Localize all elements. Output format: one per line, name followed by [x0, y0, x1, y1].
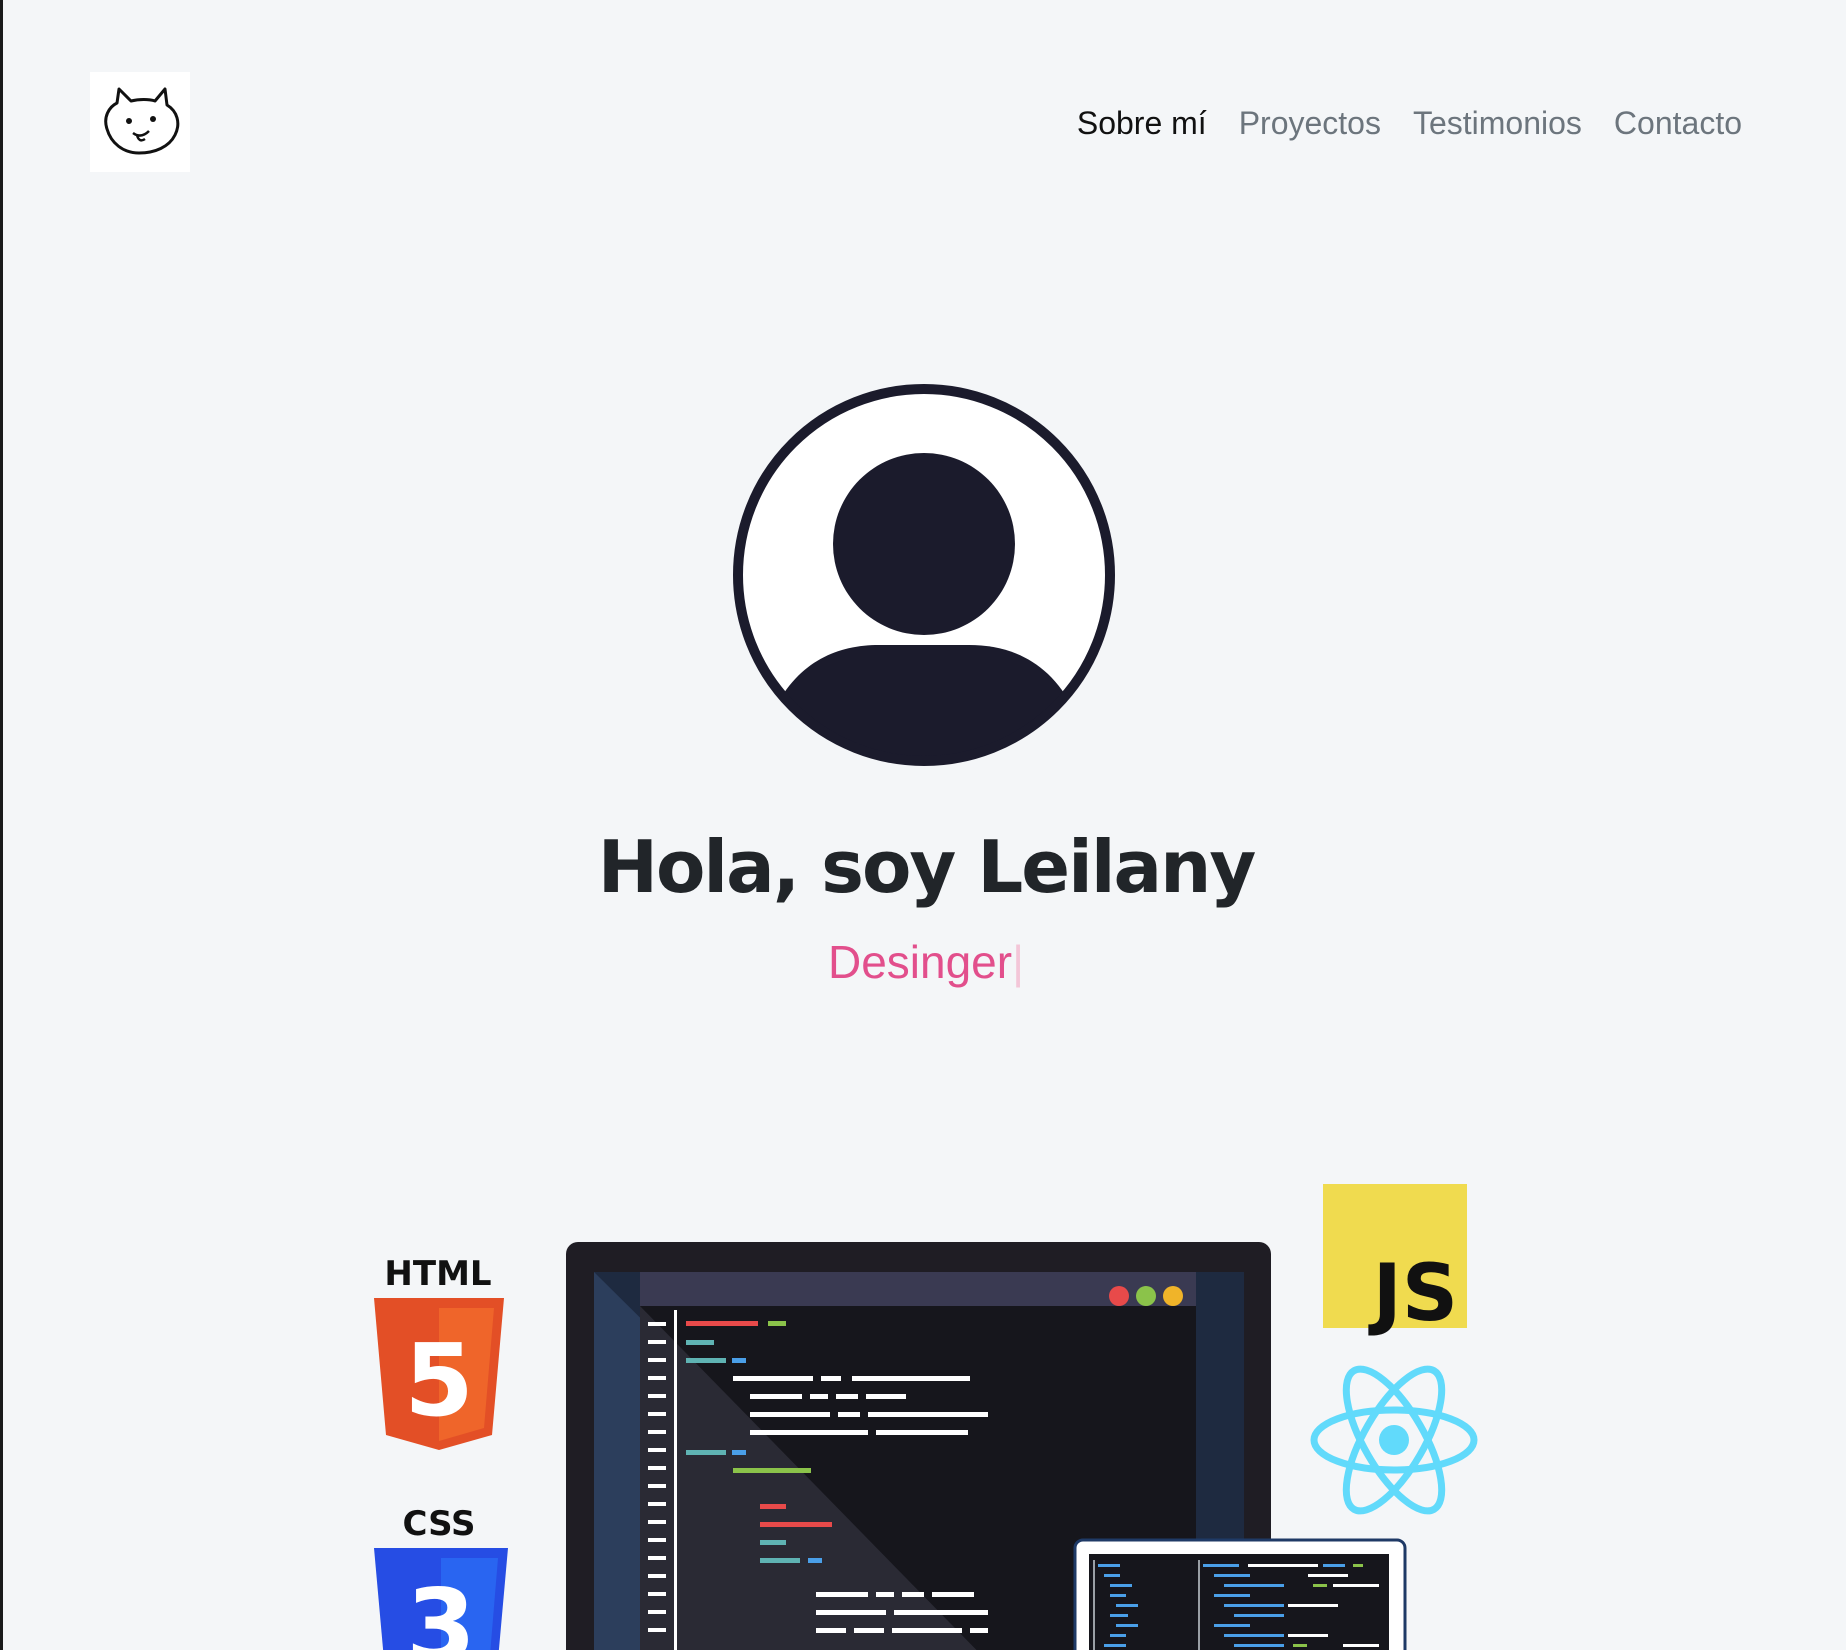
nav-link-proyectos[interactable]: Proyectos: [1239, 100, 1381, 146]
nav-link-testimonios[interactable]: Testimonios: [1413, 100, 1582, 146]
user-avatar-icon: [733, 384, 1115, 766]
css-number: 3: [406, 1567, 476, 1650]
javascript-icon: JS: [1323, 1184, 1467, 1339]
html5-icon: HTML 5: [374, 1254, 504, 1450]
main-nav: Sobre mí Proyectos Testimonios Contacto: [1077, 100, 1742, 146]
nav-link-sobre-mi[interactable]: Sobre mí: [1077, 100, 1207, 146]
css-label: CSS: [402, 1504, 475, 1544]
page: Sobre mí Proyectos Testimonios Contacto …: [0, 0, 1846, 1650]
typing-cursor: |: [1012, 936, 1025, 988]
html-label: HTML: [384, 1254, 491, 1294]
illustration-svg: HTML 5 CSS 3 JS: [374, 1184, 1478, 1650]
nav-link-contacto[interactable]: Contacto: [1614, 100, 1742, 146]
site-logo[interactable]: [90, 72, 190, 172]
react-icon: [1310, 1365, 1478, 1515]
hero-subtitle: Desinger|: [3, 935, 1846, 989]
developer-illustration: HTML 5 CSS 3 JS: [358, 1170, 1488, 1650]
hero-role-text: Desinger: [827, 936, 1013, 988]
css3-icon: CSS 3: [374, 1504, 508, 1650]
laptop-illustration: [1073, 1538, 1407, 1650]
js-label: JS: [1368, 1249, 1458, 1339]
profile-avatar: [729, 380, 1119, 770]
hero-title: Hola, soy Leilany: [597, 825, 1257, 909]
html-number: 5: [404, 1322, 474, 1439]
cat-face-icon: [104, 87, 180, 155]
